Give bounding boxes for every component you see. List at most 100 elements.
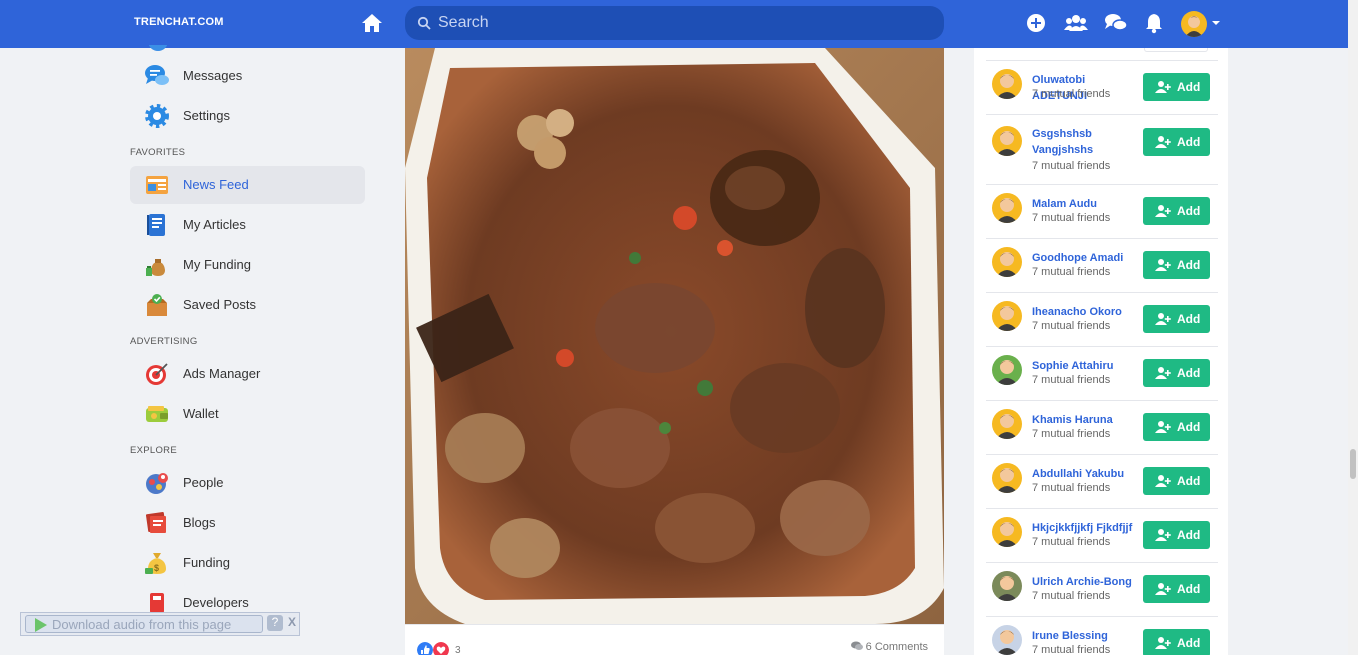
- suggestion-name[interactable]: Gsgshshsb Vangjshshs: [1032, 126, 1140, 158]
- plus-circle-icon[interactable]: [1025, 12, 1047, 34]
- friend-suggestions-panel: Oluwatobi ADETUNJI 7 mutual friends Add Gsg…: [974, 48, 1228, 655]
- messages-icon: [145, 65, 169, 85]
- mutual-friends: 7 mutual friends: [1032, 428, 1111, 440]
- suggestion-name[interactable]: Khamis Haruna: [1032, 412, 1140, 428]
- suggestion-name[interactable]: Goodhope Amadi: [1032, 250, 1140, 266]
- avatar[interactable]: [992, 69, 1022, 99]
- sidebar-item-label: Wallet: [183, 406, 219, 421]
- avatar[interactable]: [992, 355, 1022, 385]
- download-audio-label: Download audio from this page: [52, 617, 232, 632]
- avatar[interactable]: [992, 409, 1022, 439]
- download-audio-bar: Download audio from this page ? X: [20, 612, 300, 636]
- suggestion-row: Khamis Haruna 7 mutual friends Add: [986, 401, 1218, 455]
- suggestion-row: Ulrich Archie-Bong 7 mutual friends Add: [986, 563, 1218, 617]
- add-friend-button[interactable]: Add: [1143, 197, 1210, 225]
- search-bar: [405, 6, 944, 40]
- add-friend-button[interactable]: Add: [1143, 521, 1210, 549]
- suggestion-row: Irune Blessing 7 mutual friends Add: [986, 617, 1218, 655]
- suggestion-name[interactable]: Sophie Attahiru: [1032, 358, 1140, 374]
- sidebar-item-label: Ads Manager: [183, 366, 261, 381]
- sidebar-item-blogs[interactable]: Blogs: [130, 504, 365, 542]
- add-friend-button[interactable]: Add: [1143, 413, 1210, 441]
- avatar[interactable]: [992, 625, 1022, 655]
- avatar[interactable]: [992, 571, 1022, 601]
- avatar[interactable]: [992, 463, 1022, 493]
- avatar[interactable]: [992, 247, 1022, 277]
- chat-icon[interactable]: [1104, 12, 1128, 34]
- suggestion-row: Malam Audu 7 mutual friends Add: [986, 185, 1218, 239]
- add-friend-button[interactable]: Add: [1143, 305, 1210, 333]
- users-icon[interactable]: [1064, 12, 1088, 34]
- suggestion-name[interactable]: Malam Audu: [1032, 196, 1140, 212]
- blogs-icon: [145, 511, 167, 533]
- add-label: Add: [1177, 528, 1201, 542]
- bell-icon[interactable]: [1143, 12, 1165, 34]
- add-friend-button[interactable]: Add: [1143, 251, 1210, 279]
- comments-count: 6 Comments: [865, 641, 928, 653]
- avatar[interactable]: [992, 301, 1022, 331]
- sidebar-item-messages[interactable]: Messages: [130, 57, 365, 95]
- add-label: Add: [1177, 258, 1201, 272]
- page-scrollbar[interactable]: [1348, 0, 1358, 655]
- add-friend-button[interactable]: Add: [1143, 359, 1210, 387]
- comments-link[interactable]: 6 Comments: [850, 641, 928, 653]
- suggestion-name[interactable]: Hkjcjkkfjjkfj Fjkdfjjf: [1032, 520, 1140, 536]
- sidebar-item-saved-posts[interactable]: Saved Posts: [130, 286, 365, 324]
- add-friend-button[interactable]: Add: [1143, 575, 1210, 603]
- articles-icon: [147, 214, 165, 236]
- add-label: Add: [1177, 80, 1201, 94]
- sidebar-item-funding[interactable]: $ Funding: [130, 544, 365, 582]
- target-icon: [146, 363, 168, 385]
- mutual-friends: 7 mutual friends: [1032, 266, 1111, 278]
- search-input[interactable]: [438, 12, 918, 34]
- avatar[interactable]: [992, 126, 1022, 156]
- avatar[interactable]: [992, 193, 1022, 223]
- sidebar-item-label: Funding: [183, 555, 230, 570]
- suggestion-row: Goodhope Amadi 7 mutual friends Add: [986, 239, 1218, 293]
- sidebar-item-news-feed[interactable]: News Feed: [130, 166, 365, 204]
- user-plus-icon: [1155, 637, 1171, 649]
- sidebar-item-ads-manager[interactable]: Ads Manager: [130, 355, 365, 393]
- suggestion-name[interactable]: Ulrich Archie-Bong: [1032, 574, 1140, 590]
- sidebar-item-label: Blogs: [183, 515, 216, 530]
- post-image[interactable]: [405, 48, 944, 624]
- user-plus-icon: [1155, 313, 1171, 325]
- suggestion-row: Iheanacho Okoro 7 mutual friends Add: [986, 293, 1218, 347]
- suggestion-row: Hkjcjkkfjjkfj Fjkdfjjf 7 mutual friends Ad…: [986, 509, 1218, 563]
- close-button[interactable]: X: [285, 615, 299, 631]
- people-icon: [146, 473, 168, 494]
- sidebar-item-partial[interactable]: [130, 45, 365, 55]
- sidebar-item-my-funding[interactable]: My Funding: [130, 246, 365, 284]
- suggestion-name[interactable]: Iheanacho Okoro: [1032, 304, 1140, 320]
- sidebar-item-my-articles[interactable]: My Articles: [130, 206, 365, 244]
- download-audio-button[interactable]: Download audio from this page: [25, 615, 263, 633]
- add-friend-button[interactable]: Add: [1143, 73, 1210, 101]
- funding-icon: [146, 259, 165, 276]
- suggestion-name[interactable]: Irune Blessing: [1032, 628, 1140, 644]
- love-icon[interactable]: [433, 642, 449, 655]
- sidebar-item-label: News Feed: [183, 177, 249, 192]
- mutual-friends: 7 mutual friends: [1032, 590, 1111, 602]
- add-friend-button[interactable]: Add: [1143, 629, 1210, 655]
- help-button[interactable]: ?: [267, 615, 283, 631]
- avatar[interactable]: [992, 517, 1022, 547]
- sidebar-item-wallet[interactable]: Wallet: [130, 395, 365, 433]
- reaction-count: 3: [455, 645, 461, 655]
- add-friend-button[interactable]: Add: [1143, 467, 1210, 495]
- site-logo[interactable]: TRENCHAT.COM: [134, 16, 224, 28]
- partial-add-button[interactable]: [1144, 48, 1208, 52]
- scrollbar-thumb[interactable]: [1350, 449, 1356, 479]
- suggestion-name[interactable]: Abdullahi Yakubu: [1032, 466, 1140, 482]
- suggestion-row: Oluwatobi ADETUNJI 7 mutual friends Add: [986, 61, 1218, 115]
- sidebar-item-settings[interactable]: Settings: [130, 97, 365, 135]
- home-icon[interactable]: [360, 11, 384, 35]
- add-friend-button[interactable]: Add: [1143, 128, 1210, 156]
- user-plus-icon: [1155, 136, 1171, 148]
- caret-down-icon[interactable]: [1212, 21, 1220, 25]
- mutual-friends: 7 mutual friends: [1032, 374, 1111, 386]
- avatar[interactable]: [1181, 11, 1207, 37]
- post-footer: 3 6 Comments: [405, 624, 944, 655]
- user-plus-icon: [1155, 259, 1171, 271]
- sidebar-item-people[interactable]: People: [130, 464, 365, 502]
- like-icon[interactable]: [417, 642, 433, 655]
